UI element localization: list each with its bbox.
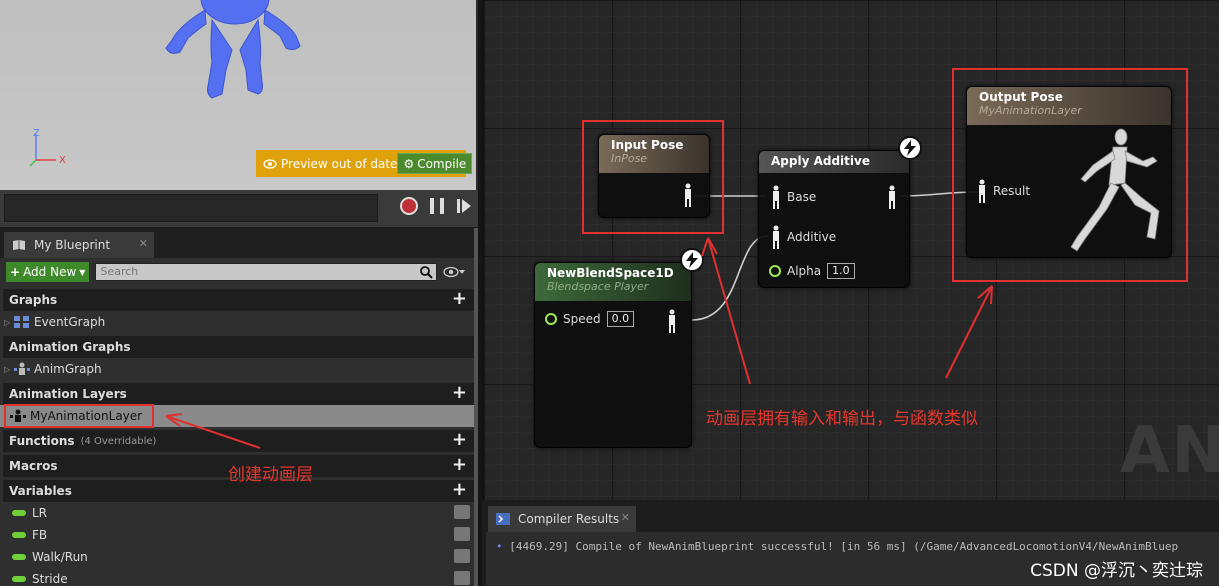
variable-name: FB bbox=[32, 528, 48, 542]
float-type-pill-icon bbox=[12, 510, 26, 516]
pause-button[interactable] bbox=[430, 198, 444, 214]
record-button[interactable] bbox=[400, 197, 418, 215]
variable-name: Stride bbox=[32, 572, 68, 586]
preview-out-of-date: Preview out of date bbox=[259, 157, 397, 171]
my-blueprint-toolbar: + Add New ▼ Search bbox=[0, 258, 478, 286]
expand-arrow-icon[interactable]: ▷ bbox=[4, 318, 10, 327]
add-function-plus-icon[interactable]: + bbox=[452, 431, 467, 449]
search-icon bbox=[420, 266, 434, 279]
visibility-eye-icon[interactable] bbox=[454, 527, 470, 541]
annotation-layer-io: 动画层拥有输入和输出，与函数类似 bbox=[706, 409, 978, 429]
anim-graph-icon bbox=[14, 362, 30, 375]
category-graphs[interactable]: Graphs + bbox=[3, 289, 475, 311]
category-macros-label: Macros bbox=[9, 459, 58, 473]
item-event-graph[interactable]: ▷ EventGraph bbox=[0, 311, 478, 333]
axis-gizmo: Z X bbox=[29, 128, 66, 167]
variable-row[interactable]: FB bbox=[0, 524, 478, 546]
preview-warning-bar: Preview out of date ⚙ Compile bbox=[256, 150, 473, 177]
search-input[interactable]: Search bbox=[95, 263, 438, 281]
variable-row[interactable]: Stride bbox=[0, 568, 478, 586]
category-animation-layers[interactable]: Animation Layers + bbox=[3, 383, 475, 405]
anim-graph-canvas[interactable]: ANII Input Pose InPose Apply Additive Ba… bbox=[482, 0, 1219, 500]
add-graph-plus-icon[interactable]: + bbox=[452, 290, 467, 308]
compiler-results-tab-label: Compiler Results bbox=[518, 512, 620, 526]
compiler-message: • [4469.29] Compile of NewAnimBlueprint … bbox=[496, 540, 1178, 553]
record-field bbox=[4, 194, 378, 222]
add-macro-plus-icon[interactable]: + bbox=[452, 456, 467, 474]
visibility-eye-icon[interactable] bbox=[454, 505, 470, 519]
event-graph-label: EventGraph bbox=[34, 315, 106, 329]
variable-name: LR bbox=[32, 506, 48, 520]
add-layer-plus-icon[interactable]: + bbox=[452, 384, 467, 402]
add-variable-plus-icon[interactable]: + bbox=[452, 481, 467, 499]
item-anim-graph[interactable]: ▷ AnimGraph bbox=[0, 358, 478, 380]
compiler-message-text: [4469.29] Compile of NewAnimBlueprint su… bbox=[509, 540, 1179, 553]
chevron-down-icon: ▼ bbox=[79, 267, 86, 277]
eye-icon bbox=[263, 158, 277, 169]
category-animation-graphs-label: Animation Graphs bbox=[9, 340, 131, 354]
category-animation-layers-label: Animation Layers bbox=[9, 387, 127, 401]
compiler-results-tab[interactable]: Compiler Results ✕ bbox=[488, 506, 636, 532]
anim-graph-label: AnimGraph bbox=[34, 362, 102, 376]
add-new-button[interactable]: + Add New ▼ bbox=[6, 262, 90, 282]
axis-x-label: X bbox=[59, 155, 66, 166]
close-icon[interactable]: ✕ bbox=[139, 237, 148, 250]
variable-name: Walk/Run bbox=[32, 550, 88, 564]
float-type-pill-icon bbox=[12, 554, 26, 560]
preview-label: Preview out of date bbox=[281, 156, 398, 171]
annotation-arrow-layer bbox=[165, 413, 261, 449]
float-type-pill-icon bbox=[12, 532, 26, 538]
variable-row[interactable]: Walk/Run bbox=[0, 546, 478, 568]
visibility-eye-icon[interactable] bbox=[454, 571, 470, 585]
bullet-icon: • bbox=[496, 540, 503, 553]
my-blueprint-tab-label: My Blueprint bbox=[34, 238, 111, 252]
float-type-pill-icon bbox=[12, 576, 26, 582]
annotation-create-layer: 创建动画层 bbox=[228, 465, 313, 485]
view-options-eye-icon[interactable] bbox=[443, 265, 466, 279]
my-blueprint-tab[interactable]: My Blueprint ✕ bbox=[4, 232, 154, 258]
my-blueprint-tabbar: My Blueprint ✕ bbox=[0, 228, 478, 258]
expand-arrow-icon[interactable]: ▷ bbox=[4, 365, 10, 374]
event-graph-icon bbox=[14, 316, 29, 328]
add-new-label: Add New bbox=[23, 265, 77, 279]
category-variables-label: Variables bbox=[9, 484, 72, 498]
mannequin-preview-figure bbox=[165, 0, 301, 99]
step-forward-button[interactable] bbox=[457, 198, 471, 214]
category-animation-graphs[interactable]: Animation Graphs bbox=[3, 336, 475, 358]
highlight-my-animation-layer bbox=[4, 404, 154, 428]
blueprint-scrollbar[interactable] bbox=[474, 228, 478, 586]
animation-preview-viewport[interactable]: Z X Preview out of date ⚙ Compile bbox=[0, 0, 478, 190]
book-icon bbox=[13, 240, 25, 250]
compiler-icon bbox=[496, 513, 510, 525]
close-icon[interactable]: ✕ bbox=[621, 511, 630, 524]
plus-icon: + bbox=[10, 265, 21, 279]
gear-icon: ⚙ bbox=[403, 156, 415, 171]
variable-row[interactable]: LR bbox=[0, 502, 478, 524]
compile-button[interactable]: ⚙ Compile bbox=[397, 153, 473, 174]
functions-overridable-count: (4 Overridable) bbox=[80, 435, 157, 447]
category-functions-label: Functions bbox=[9, 434, 75, 448]
category-graphs-label: Graphs bbox=[9, 293, 58, 307]
axis-z-label: Z bbox=[33, 128, 40, 139]
search-placeholder: Search bbox=[100, 265, 139, 278]
csdn-watermark: CSDN @浮沉丶奕辻琮 bbox=[1030, 561, 1203, 581]
visibility-eye-icon[interactable] bbox=[454, 549, 470, 563]
compile-label: Compile bbox=[417, 156, 467, 171]
